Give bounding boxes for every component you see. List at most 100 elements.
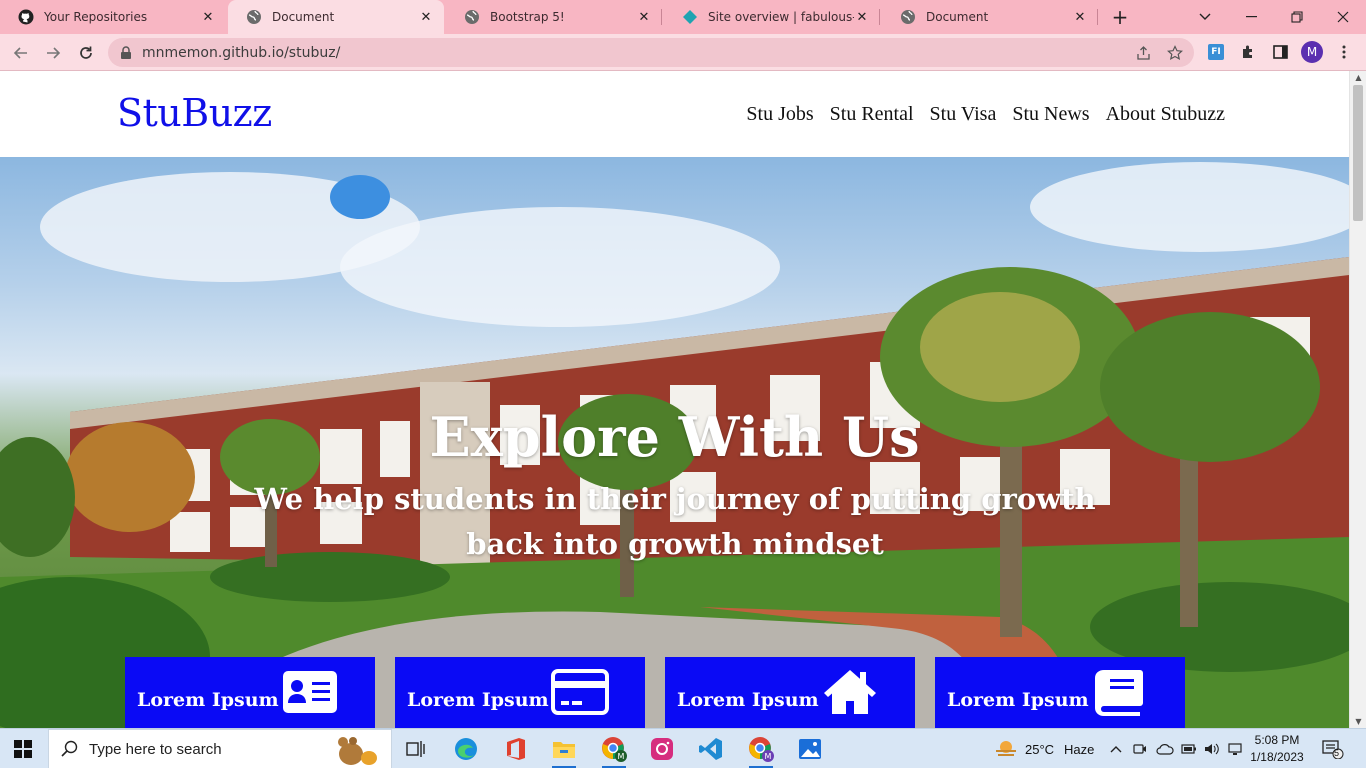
restore-icon[interactable] (1274, 0, 1320, 34)
windows-taskbar: Type here to search M M 25°C Haze 5:08 P… (0, 728, 1366, 768)
nav-link-stu-news[interactable]: Stu News (1012, 103, 1089, 126)
task-view-icon[interactable] (396, 733, 436, 765)
side-panel-icon[interactable] (1270, 42, 1290, 62)
tab-document-active[interactable]: Document ✕ (228, 0, 444, 34)
tab-title: Document (272, 10, 335, 24)
site-menu: Stu Jobs Stu Rental Stu Visa Stu News Ab… (746, 103, 1225, 126)
browser-tab-strip: Your Repositories ✕ Document ✕ Bootstrap… (0, 0, 1366, 34)
extension-label: FI (1208, 44, 1224, 60)
globe-icon (464, 9, 480, 25)
forward-arrow-icon[interactable] (40, 40, 66, 66)
tab-title: Your Repositories (44, 10, 148, 24)
bookmark-star-icon[interactable] (1166, 44, 1184, 62)
search-placeholder: Type here to search (89, 741, 222, 758)
feature-card[interactable]: Lorem Ipsum (125, 657, 375, 728)
lock-icon[interactable] (120, 45, 132, 64)
puzzle-extensions-icon[interactable] (1238, 42, 1258, 62)
battery-icon[interactable] (1181, 729, 1197, 768)
feature-card[interactable]: Lorem Ipsum (395, 657, 645, 728)
globe-icon (900, 9, 916, 25)
weather-widget[interactable]: 25°C Haze (995, 729, 1094, 768)
netlify-icon (682, 9, 698, 25)
hero-title: Explore With Us (429, 405, 920, 469)
file-explorer-icon[interactable] (544, 733, 584, 768)
github-icon (18, 9, 34, 25)
tab-title: Site overview | fabulous-cenc (708, 10, 854, 24)
nav-link-about[interactable]: About Stubuzz (1106, 103, 1225, 126)
tab-document[interactable]: Document ✕ (882, 0, 1098, 34)
system-clock[interactable]: 5:08 PM 1/18/2023 (1248, 732, 1306, 766)
tab-your-repositories[interactable]: Your Repositories ✕ (0, 0, 226, 34)
notification-center-icon[interactable]: 5 (1322, 729, 1344, 768)
feature-card[interactable]: Lorem Ipsum (935, 657, 1185, 728)
show-hidden-icons-chevron-icon[interactable] (1110, 729, 1122, 768)
close-tab-icon[interactable]: ✕ (418, 9, 434, 25)
card-label: Lorem Ipsum (407, 689, 549, 711)
search-icon (61, 740, 79, 762)
weather-temp: 25°C (1025, 741, 1055, 757)
close-window-icon[interactable] (1320, 0, 1366, 34)
tab-title: Document (926, 10, 989, 24)
network-icon[interactable] (1228, 729, 1244, 768)
card-label: Lorem Ipsum (137, 689, 279, 711)
share-icon[interactable] (1134, 44, 1152, 62)
onedrive-cloud-icon[interactable] (1156, 729, 1174, 768)
haze-sun-icon (996, 741, 1016, 756)
card-label: Lorem Ipsum (947, 689, 1089, 711)
scrollbar-thumb[interactable] (1353, 85, 1363, 221)
svg-text:M: M (618, 752, 625, 761)
clock-time: 5:08 PM (1254, 733, 1300, 747)
minimize-icon[interactable] (1228, 0, 1274, 34)
page-viewport: StuBuzz Stu Jobs Stu Rental Stu Visa Stu… (0, 71, 1366, 728)
profile-avatar[interactable]: M (1301, 41, 1323, 63)
tab-search-chevron-icon[interactable] (1182, 0, 1228, 34)
card-label: Lorem Ipsum (677, 689, 819, 711)
search-highlight-bear-icon[interactable] (329, 732, 381, 768)
close-tab-icon[interactable]: ✕ (1072, 9, 1088, 25)
reload-icon[interactable] (73, 40, 99, 66)
page-scrollbar[interactable]: ▲ ▼ (1349, 71, 1366, 728)
clock-date: 1/18/2023 (1250, 750, 1304, 764)
tab-bootstrap[interactable]: Bootstrap 5! ✕ (446, 0, 662, 34)
feature-card[interactable]: Lorem Ipsum (665, 657, 915, 728)
new-tab-button[interactable]: + (1108, 5, 1132, 29)
house-icon (824, 670, 876, 714)
tab-title: Bootstrap 5! (490, 10, 565, 24)
hero-section: Explore With Us We help students in thei… (0, 157, 1349, 728)
windows-start-icon[interactable] (14, 740, 32, 762)
book-icon (1095, 670, 1143, 716)
weather-condition: Haze (1064, 741, 1095, 757)
credit-card-icon (551, 669, 609, 715)
url-text: mnmemon.github.io/stubuz/ (142, 45, 341, 61)
back-arrow-icon[interactable] (8, 40, 34, 66)
globe-icon (246, 9, 262, 25)
nav-link-stu-rental[interactable]: Stu Rental (830, 103, 914, 126)
kebab-menu-icon[interactable] (1334, 42, 1354, 62)
office-icon[interactable] (496, 733, 536, 765)
close-tab-icon[interactable]: ✕ (636, 9, 652, 25)
site-brand-logo[interactable]: StuBuzz (117, 91, 272, 135)
site-navbar: StuBuzz Stu Jobs Stu Rental Stu Visa Stu… (0, 71, 1349, 157)
extension-fi-icon[interactable]: FI (1206, 42, 1226, 62)
vscode-icon[interactable] (691, 733, 731, 765)
edge-icon[interactable] (446, 733, 486, 765)
volume-icon[interactable] (1204, 729, 1220, 768)
scroll-down-arrow-icon[interactable]: ▼ (1350, 717, 1366, 726)
close-tab-icon[interactable]: ✕ (854, 9, 870, 25)
notification-count: 5 (1334, 748, 1340, 758)
instagram-icon[interactable] (642, 733, 682, 765)
taskbar-search-box[interactable]: Type here to search (48, 729, 392, 768)
hero-subtitle: We help students in their journey of put… (254, 482, 1096, 561)
svg-text:M: M (765, 752, 772, 761)
scroll-up-arrow-icon[interactable]: ▲ (1350, 73, 1366, 82)
photos-icon[interactable] (790, 733, 830, 765)
nav-link-stu-visa[interactable]: Stu Visa (930, 103, 997, 126)
meet-now-icon[interactable] (1133, 729, 1147, 768)
tab-site-overview[interactable]: Site overview | fabulous-cenc ✕ (664, 0, 880, 34)
chrome-profile-icon[interactable]: M (594, 733, 634, 768)
close-tab-icon[interactable]: ✕ (200, 9, 216, 25)
address-bar[interactable]: mnmemon.github.io/stubuz/ (108, 38, 1194, 67)
nav-link-stu-jobs[interactable]: Stu Jobs (746, 103, 813, 126)
chrome-icon[interactable]: M (741, 733, 781, 768)
id-card-icon (283, 671, 337, 713)
